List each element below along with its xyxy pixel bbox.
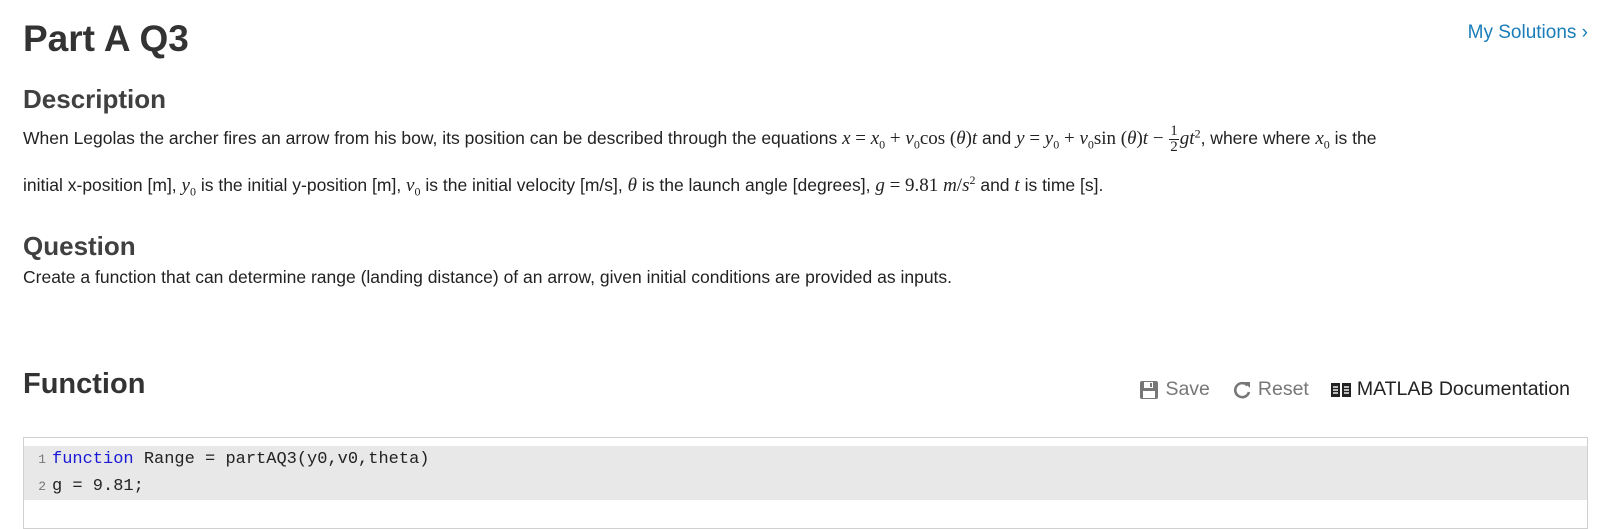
description-line-2: initial x-position [m], y0 is the initia… xyxy=(23,173,1104,199)
question-text: Create a function that can determine ran… xyxy=(23,267,953,287)
editor-toolbar: Save Reset MATLAB Documentation xyxy=(1139,378,1570,401)
save-label: Save xyxy=(1165,378,1210,400)
code-editor[interactable]: 1 function Range = partAQ3(y0,v0,theta) … xyxy=(23,437,1588,529)
code-text: Range = partAQ3(y0,v0,theta) xyxy=(133,450,430,469)
book-icon xyxy=(1330,381,1351,399)
function-heading: Function xyxy=(23,368,146,400)
page-title: Part A Q3 xyxy=(23,18,189,59)
my-solutions-link[interactable]: My Solutions › xyxy=(1468,22,1588,44)
code-line-1[interactable]: 1 function Range = partAQ3(y0,v0,theta) xyxy=(24,446,1587,473)
reset-button[interactable]: Reset xyxy=(1232,378,1309,401)
description-line-1: When Legolas the archer fires an arrow f… xyxy=(23,123,1377,155)
code-lines: 1 function Range = partAQ3(y0,v0,theta) … xyxy=(24,446,1587,500)
code-text: g = 9.81; xyxy=(52,477,144,496)
code-line-2[interactable]: 2 g = 9.81; xyxy=(24,473,1587,500)
reset-arrow-icon xyxy=(1232,380,1252,400)
description-heading: Description xyxy=(23,84,167,114)
question-heading: Question xyxy=(23,231,136,261)
line-number: 1 xyxy=(38,452,46,467)
floppy-disk-icon xyxy=(1139,380,1159,400)
reset-label: Reset xyxy=(1257,378,1309,400)
matlab-documentation-link[interactable]: MATLAB Documentation xyxy=(1330,378,1570,401)
line-number: 2 xyxy=(38,479,46,494)
code-keyword: function xyxy=(52,450,134,469)
save-button[interactable]: Save xyxy=(1139,378,1210,401)
documentation-label: MATLAB Documentation xyxy=(1356,378,1570,400)
